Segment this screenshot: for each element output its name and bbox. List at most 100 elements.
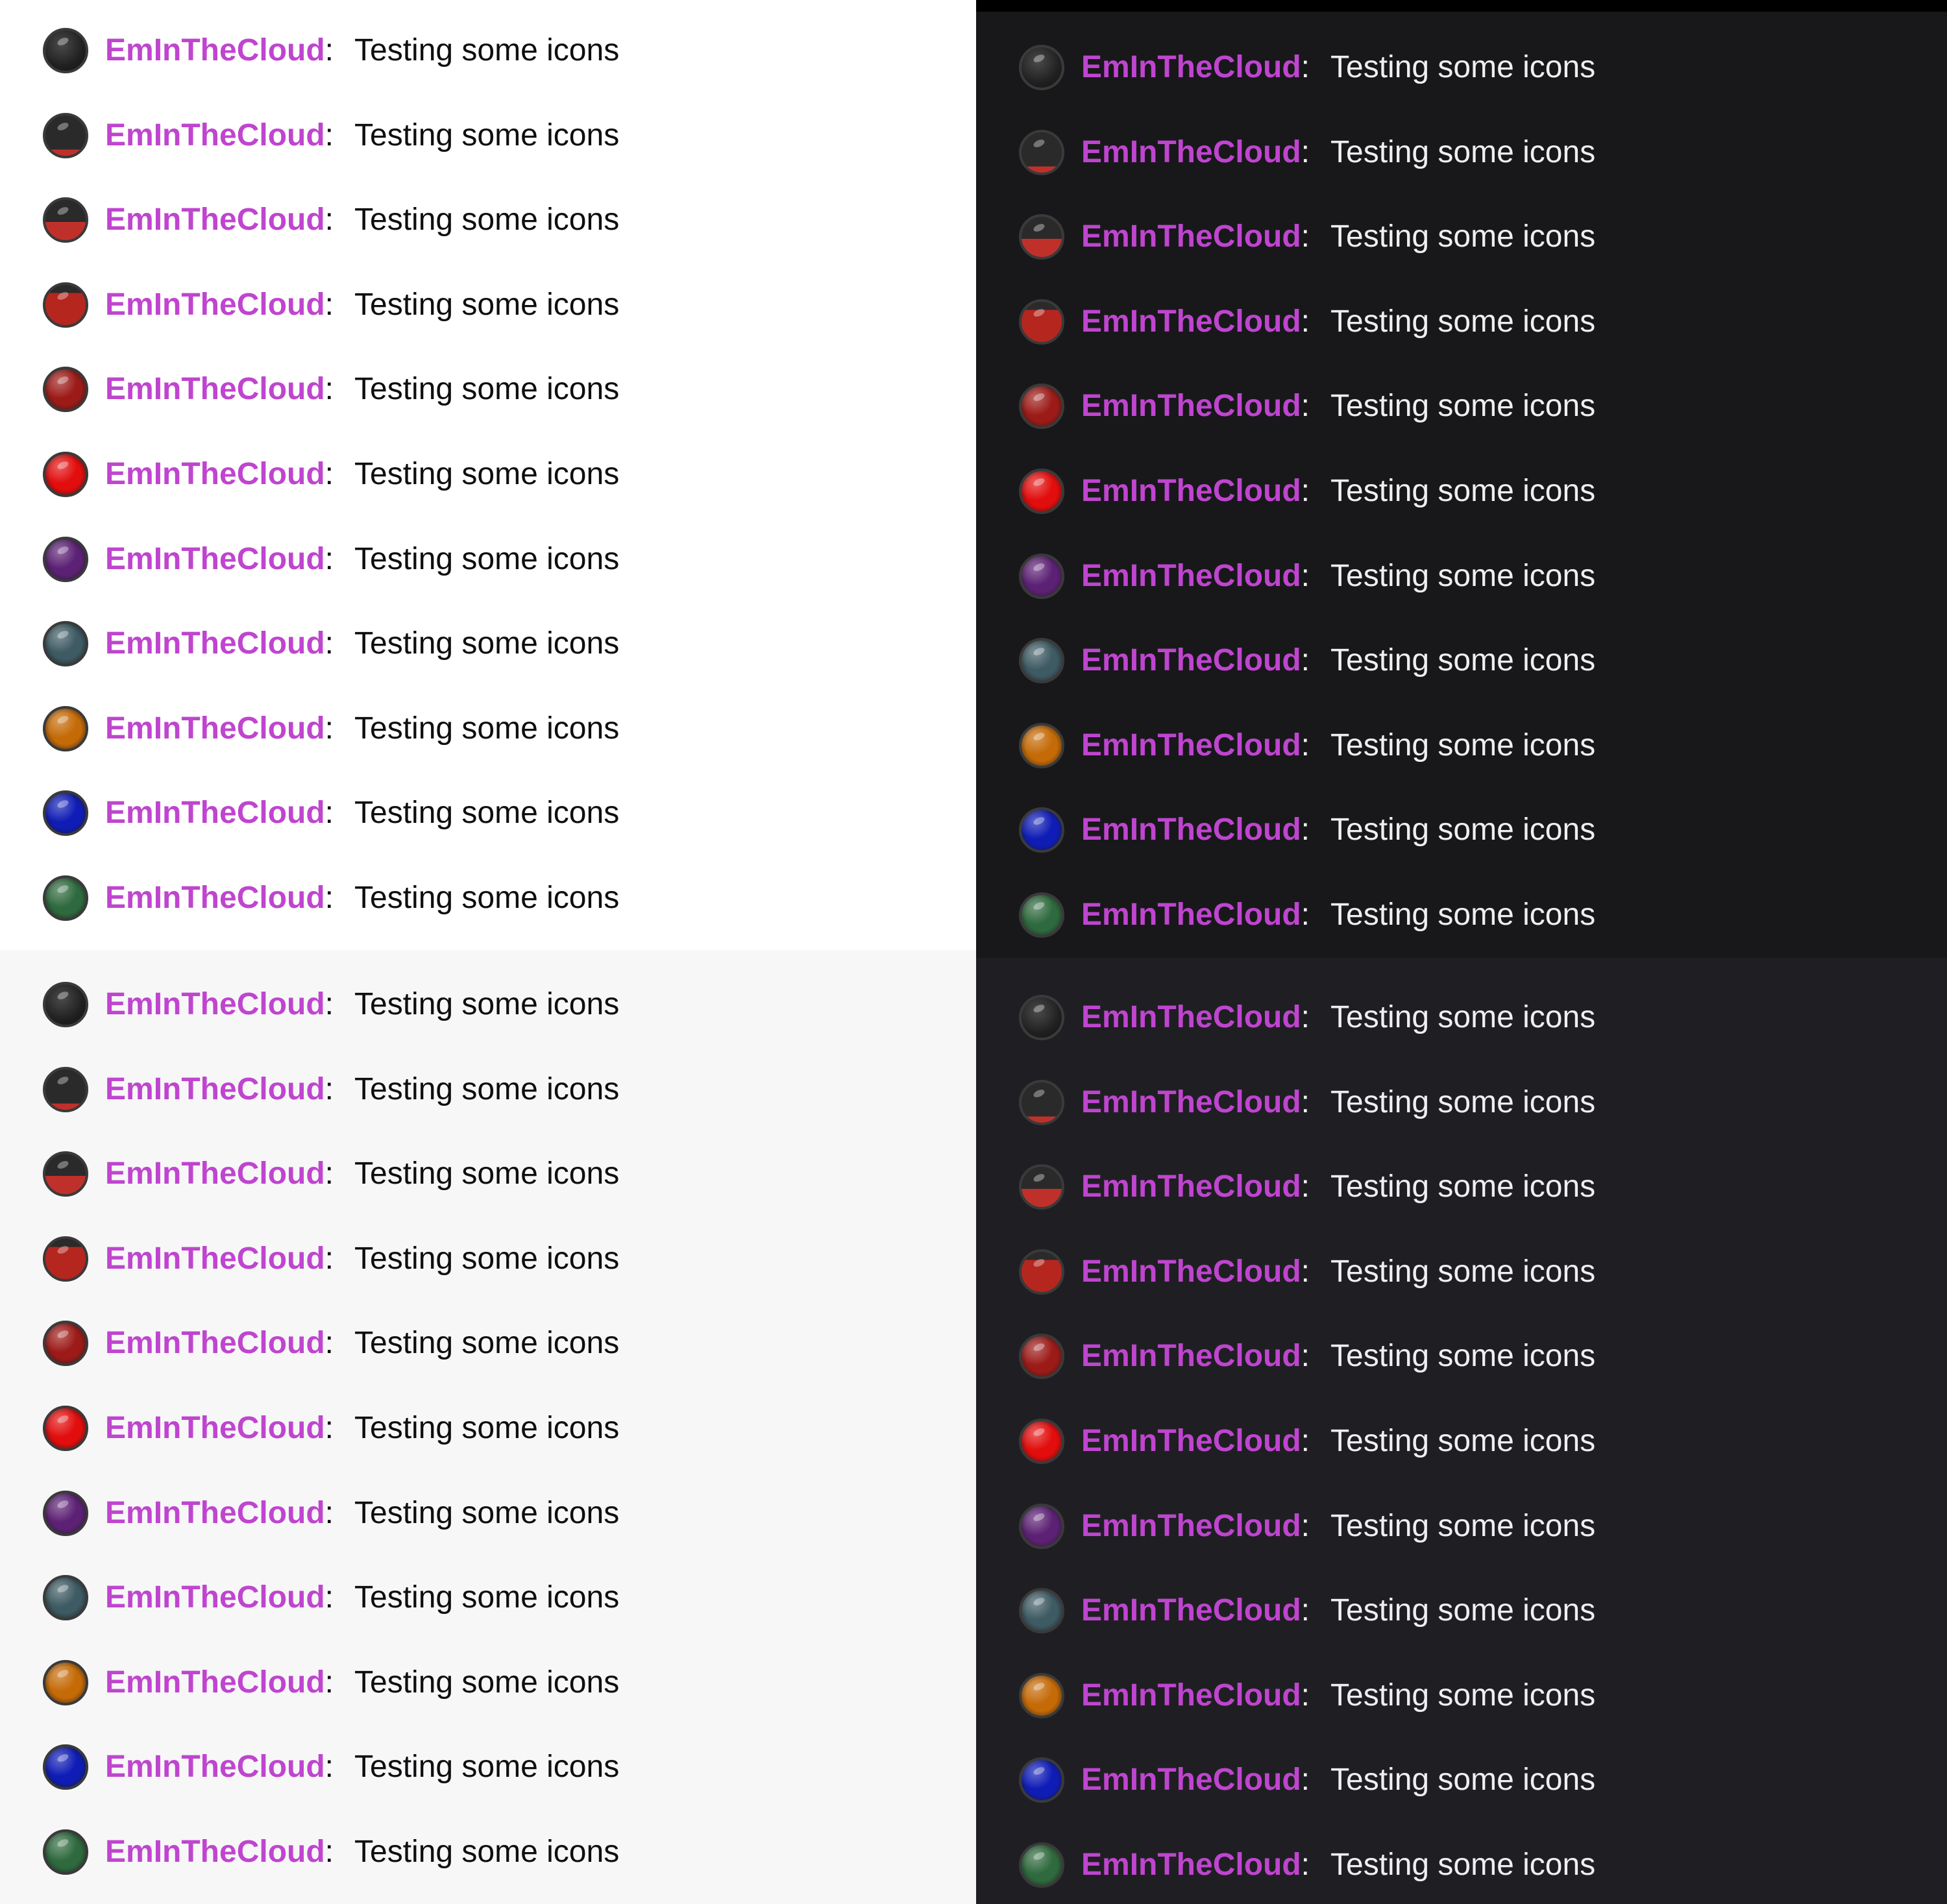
chat-username[interactable]: EmInTheCloud [105, 1402, 325, 1454]
chat-username[interactable]: EmInTheCloud [1081, 1161, 1301, 1213]
chat-username[interactable]: EmInTheCloud [105, 1064, 325, 1116]
chat-username[interactable]: EmInTheCloud [1081, 296, 1301, 348]
red-orb-badge-icon[interactable] [43, 452, 88, 497]
chat-username[interactable]: EmInTheCloud [105, 194, 325, 246]
chat-username[interactable]: EmInTheCloud [105, 872, 325, 924]
chat-message-row: EmInTheCloud: Testing some icons [43, 872, 619, 924]
chat-username[interactable]: EmInTheCloud [1081, 380, 1301, 432]
chat-username[interactable]: EmInTheCloud [105, 25, 325, 77]
blue-orb-badge-icon[interactable] [43, 1744, 88, 1790]
chat-username[interactable]: EmInTheCloud [105, 363, 325, 415]
chat-username[interactable]: EmInTheCloud [1081, 635, 1301, 687]
chat-username[interactable]: EmInTheCloud [1081, 1585, 1301, 1637]
chat-username[interactable]: EmInTheCloud [1081, 720, 1301, 772]
chat-username[interactable]: EmInTheCloud [105, 279, 325, 331]
purple-orb-badge-icon[interactable] [43, 536, 88, 582]
purple-orb-badge-icon[interactable] [43, 1490, 88, 1536]
teal-orb-badge-icon[interactable] [43, 621, 88, 667]
blue-orb-badge-icon[interactable] [43, 790, 88, 836]
chat-username[interactable]: EmInTheCloud [105, 110, 325, 162]
orb-badge-icon-2[interactable] [43, 197, 88, 243]
chat-username[interactable]: EmInTheCloud [105, 1487, 325, 1539]
orb-badge-icon-1[interactable] [43, 112, 88, 158]
empty-orb-badge-icon[interactable] [43, 28, 88, 73]
orb-badge-icon-1[interactable] [1019, 129, 1064, 175]
chat-username[interactable]: EmInTheCloud [1081, 550, 1301, 602]
chat-separator: : [324, 457, 334, 491]
orange-orb-badge-icon[interactable] [1019, 1672, 1064, 1718]
chat-username[interactable]: EmInTheCloud [105, 787, 325, 839]
chat-username[interactable]: EmInTheCloud [105, 1148, 325, 1200]
chat-username[interactable]: EmInTheCloud [1081, 1670, 1301, 1722]
teal-orb-badge-icon[interactable] [43, 1575, 88, 1621]
chat-message-row: EmInTheCloud: Testing some icons [43, 194, 619, 246]
dark-red-orb-badge-icon[interactable] [43, 1321, 88, 1367]
empty-orb-badge-icon[interactable] [43, 982, 88, 1027]
purple-orb-badge-icon[interactable] [1019, 1503, 1064, 1549]
purple-orb-badge-icon[interactable] [1019, 553, 1064, 599]
chat-username[interactable]: EmInTheCloud [105, 979, 325, 1031]
chat-username[interactable]: EmInTheCloud [105, 618, 325, 670]
green-orb-badge-icon[interactable] [1019, 1842, 1064, 1888]
orb-badge-icon-3[interactable] [1019, 299, 1064, 345]
chat-username[interactable]: EmInTheCloud [1081, 804, 1301, 856]
chat-username[interactable]: EmInTheCloud [1081, 127, 1301, 178]
dark-red-orb-badge-icon[interactable] [1019, 384, 1064, 430]
dark-red-orb-badge-icon[interactable] [43, 367, 88, 413]
chat-username[interactable]: EmInTheCloud [1081, 42, 1301, 93]
green-orb-badge-icon[interactable] [43, 875, 88, 921]
chat-username[interactable]: EmInTheCloud [105, 533, 325, 585]
chat-username[interactable]: EmInTheCloud [1081, 1839, 1301, 1891]
orb-badge-icon-2[interactable] [43, 1151, 88, 1197]
green-orb-badge-icon[interactable] [1019, 892, 1064, 938]
chat-username[interactable]: EmInTheCloud [105, 703, 325, 755]
chat-username[interactable]: EmInTheCloud [1081, 211, 1301, 263]
orb-badge-icon-3[interactable] [43, 282, 88, 328]
orb-badge-icon-2[interactable] [1019, 214, 1064, 260]
chat-username[interactable]: EmInTheCloud [1081, 1077, 1301, 1129]
empty-orb-badge-icon[interactable] [1019, 995, 1064, 1040]
blue-orb-badge-icon[interactable] [1019, 807, 1064, 853]
chat-separator: : [1301, 1593, 1310, 1628]
empty-orb-badge-icon[interactable] [1019, 45, 1064, 90]
orange-orb-badge-icon[interactable] [43, 1659, 88, 1705]
green-orb-badge-icon[interactable] [43, 1829, 88, 1875]
chat-username[interactable]: EmInTheCloud [105, 1317, 325, 1369]
orb-badge-icon-1[interactable] [43, 1066, 88, 1112]
chat-username[interactable]: EmInTheCloud [105, 1741, 325, 1793]
chat-username[interactable]: EmInTheCloud [1081, 1246, 1301, 1298]
chat-message-row: EmInTheCloud: Testing some icons [43, 25, 619, 77]
chat-username[interactable]: EmInTheCloud [105, 448, 325, 500]
chat-message-row: EmInTheCloud: Testing some icons [1019, 42, 1595, 93]
chat-message-row: EmInTheCloud: Testing some icons [43, 1826, 619, 1878]
chat-username[interactable]: EmInTheCloud [1081, 465, 1301, 517]
orange-orb-badge-icon[interactable] [1019, 722, 1064, 768]
chat-message-row: EmInTheCloud: Testing some icons [43, 703, 619, 755]
chat-username[interactable]: EmInTheCloud [1081, 992, 1301, 1044]
chat-username[interactable]: EmInTheCloud [105, 1657, 325, 1709]
chat-message-row: EmInTheCloud: Testing some icons [1019, 889, 1595, 941]
orb-badge-icon-3[interactable] [43, 1236, 88, 1282]
red-orb-badge-icon[interactable] [1019, 469, 1064, 514]
chat-message-row: EmInTheCloud: Testing some icons [43, 279, 619, 331]
chat-username[interactable]: EmInTheCloud [1081, 1754, 1301, 1806]
chat-username[interactable]: EmInTheCloud [1081, 1415, 1301, 1467]
chat-username[interactable]: EmInTheCloud [105, 1572, 325, 1624]
dark-red-orb-badge-icon[interactable] [1019, 1334, 1064, 1380]
chat-message-row: EmInTheCloud: Testing some icons [43, 1741, 619, 1793]
red-orb-badge-icon[interactable] [43, 1406, 88, 1451]
orb-badge-icon-2[interactable] [1019, 1164, 1064, 1210]
chat-username[interactable]: EmInTheCloud [105, 1826, 325, 1878]
chat-separator: : [324, 1326, 334, 1361]
blue-orb-badge-icon[interactable] [1019, 1757, 1064, 1803]
orange-orb-badge-icon[interactable] [43, 705, 88, 751]
chat-username[interactable]: EmInTheCloud [105, 1233, 325, 1285]
orb-badge-icon-3[interactable] [1019, 1249, 1064, 1295]
red-orb-badge-icon[interactable] [1019, 1419, 1064, 1464]
orb-badge-icon-1[interactable] [1019, 1079, 1064, 1125]
teal-orb-badge-icon[interactable] [1019, 1588, 1064, 1634]
chat-username[interactable]: EmInTheCloud [1081, 889, 1301, 941]
chat-username[interactable]: EmInTheCloud [1081, 1330, 1301, 1382]
teal-orb-badge-icon[interactable] [1019, 638, 1064, 684]
chat-username[interactable]: EmInTheCloud [1081, 1500, 1301, 1552]
